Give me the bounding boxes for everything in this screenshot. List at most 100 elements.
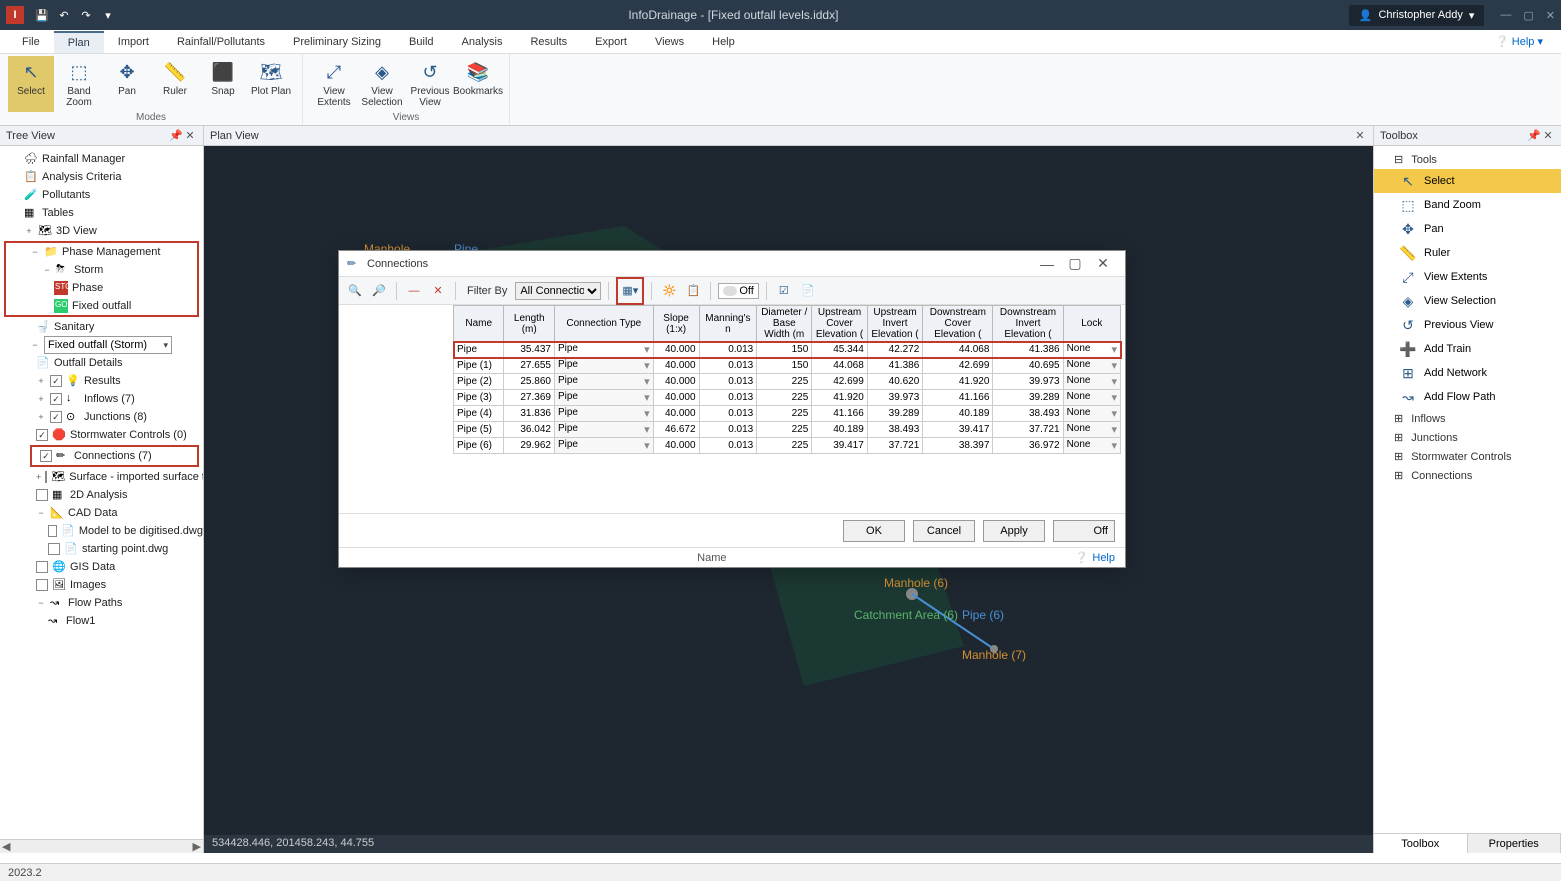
- menu-help[interactable]: Help: [698, 32, 749, 52]
- user-menu[interactable]: 👤 Christopher Addy ▾: [1349, 5, 1485, 26]
- columns-icon[interactable]: ▦▾: [620, 281, 640, 301]
- tree-storm[interactable]: −⛈Storm: [6, 261, 197, 279]
- undo-icon[interactable]: ↶: [54, 5, 74, 25]
- tree-results[interactable]: +💡Results: [0, 372, 203, 390]
- ribbon-view-selection[interactable]: ◈View Selection: [359, 56, 405, 112]
- tree-flow-paths[interactable]: −↝Flow Paths: [0, 594, 203, 612]
- ribbon-snap[interactable]: ⬛Snap: [200, 56, 246, 112]
- table-row[interactable]: Pipe (5)36.042Pipe ▾46.6720.01322540.189…: [454, 422, 1121, 438]
- tree-stormwater-controls[interactable]: 🛑Stormwater Controls (0): [0, 426, 203, 444]
- tool-previous-view[interactable]: ↺Previous View: [1374, 313, 1561, 337]
- tool-add-network[interactable]: ⊞Add Network: [1374, 361, 1561, 385]
- ribbon-previous-view[interactable]: ↺Previous View: [407, 56, 453, 112]
- tree-phase[interactable]: STOPPhase: [6, 279, 197, 297]
- dialog-close[interactable]: ✕: [1089, 255, 1117, 272]
- col-ds-cover[interactable]: Downstream Cover Elevation (: [923, 306, 993, 342]
- dialog-help-link[interactable]: ❔Help: [1075, 551, 1115, 564]
- remove-icon[interactable]: —: [404, 281, 424, 301]
- col-mannings[interactable]: Manning's n: [699, 306, 757, 342]
- tree-junctions[interactable]: +⊙Junctions (8): [0, 408, 203, 426]
- ribbon-select[interactable]: ↖Select: [8, 56, 54, 112]
- tree-connections[interactable]: ✏Connections (7): [32, 447, 197, 465]
- col-ds-invert[interactable]: Downstream Invert Elevation (: [993, 306, 1063, 342]
- pin-icon[interactable]: 📌: [1527, 129, 1541, 142]
- tree-scrollbar[interactable]: ◀▶: [0, 839, 203, 853]
- ribbon-plot-plan[interactable]: 🗺Plot Plan: [248, 56, 294, 112]
- ribbon-view-extents[interactable]: ⤢View Extents: [311, 56, 357, 112]
- tool-ruler[interactable]: 📏Ruler: [1374, 241, 1561, 265]
- col-slope[interactable]: Slope (1:x): [653, 306, 699, 342]
- tree-fixed-outfall[interactable]: GOFixed outfall: [6, 297, 197, 315]
- tree-cad-starting[interactable]: 📄starting point.dwg: [0, 540, 203, 558]
- table-row[interactable]: Pipe (2)25.860Pipe ▾40.0000.01322542.699…: [454, 374, 1121, 390]
- cancel-button[interactable]: Cancel: [913, 520, 975, 542]
- tree-cad-data[interactable]: −📐CAD Data: [0, 504, 203, 522]
- tree-body[interactable]: 🌧Rainfall Manager 📋Analysis Criteria 🧪Po…: [0, 146, 203, 839]
- filter-select[interactable]: All Connections: [515, 282, 601, 300]
- labels-toggle[interactable]: Off: [718, 283, 758, 299]
- toolbox-cat-stormwater[interactable]: ⊞Stormwater Controls: [1374, 447, 1561, 466]
- toolbox-cat-junctions[interactable]: ⊞Junctions: [1374, 428, 1561, 447]
- qat-more-icon[interactable]: ▾: [98, 5, 118, 25]
- delete-icon[interactable]: ✕: [428, 281, 448, 301]
- save-icon[interactable]: 💾: [32, 5, 52, 25]
- menu-views[interactable]: Views: [641, 32, 698, 52]
- tab-properties[interactable]: Properties: [1468, 834, 1561, 853]
- dialog-grid[interactable]: Name Length (m) Connection Type Slope (1…: [339, 305, 1125, 513]
- menu-analysis[interactable]: Analysis: [448, 32, 517, 52]
- tree-inflows[interactable]: +↓Inflows (7): [0, 390, 203, 408]
- table-row[interactable]: Pipe (1)27.655Pipe ▾40.0000.01315044.068…: [454, 358, 1121, 374]
- col-diameter[interactable]: Diameter / Base Width (m: [757, 306, 812, 342]
- toolbox-cat-inflows[interactable]: ⊞Inflows: [1374, 409, 1561, 428]
- col-length[interactable]: Length (m): [504, 306, 554, 342]
- menu-rainfall[interactable]: Rainfall/Pollutants: [163, 32, 279, 52]
- close-panel-icon[interactable]: ✕: [183, 129, 197, 142]
- toolbox-group-tools[interactable]: ⊟Tools: [1374, 150, 1561, 169]
- tool-band-zoom[interactable]: ⬚Band Zoom: [1374, 193, 1561, 217]
- menu-file[interactable]: File: [8, 32, 54, 52]
- tool-add-train[interactable]: ➕Add Train: [1374, 337, 1561, 361]
- close-icon[interactable]: ✕: [1546, 9, 1555, 22]
- menu-plan[interactable]: Plan: [54, 31, 104, 53]
- maximize-icon[interactable]: ▢: [1523, 9, 1533, 22]
- tree-pollutants[interactable]: 🧪Pollutants: [0, 186, 203, 204]
- menu-build[interactable]: Build: [395, 32, 447, 52]
- pin-icon[interactable]: 📌: [169, 129, 183, 142]
- tree-cad-model[interactable]: 📄Model to be digitised.dwg: [0, 522, 203, 540]
- off-button[interactable]: Off: [1053, 520, 1115, 542]
- tree-analysis-criteria[interactable]: 📋Analysis Criteria: [0, 168, 203, 186]
- col-type[interactable]: Connection Type: [554, 306, 653, 342]
- table-row[interactable]: Pipe (4)31.836Pipe ▾40.0000.01322541.166…: [454, 406, 1121, 422]
- col-lock[interactable]: Lock: [1063, 306, 1120, 342]
- close-toolbox-icon[interactable]: ✕: [1541, 129, 1555, 142]
- tool-pan[interactable]: ✥Pan: [1374, 217, 1561, 241]
- tool-select[interactable]: ↖Select: [1374, 169, 1561, 193]
- ribbon-band-zoom[interactable]: ⬚Band Zoom: [56, 56, 102, 112]
- validate-icon[interactable]: ☑: [774, 281, 794, 301]
- ok-button[interactable]: OK: [843, 520, 905, 542]
- tree-images[interactable]: 🖼Images: [0, 576, 203, 594]
- col-us-cover[interactable]: Upstream Cover Elevation (: [812, 306, 867, 342]
- tree-surface[interactable]: +🗺Surface - imported surface trimmed: [0, 468, 203, 486]
- table-row[interactable]: Pipe (6)29.962Pipe ▾40.0000.01322539.417…: [454, 438, 1121, 454]
- toolbox-cat-connections[interactable]: ⊞Connections: [1374, 466, 1561, 485]
- tree-gis-data[interactable]: 🌐GIS Data: [0, 558, 203, 576]
- copy-icon[interactable]: 📋: [683, 281, 703, 301]
- tree-combo[interactable]: −Fixed outfall (Storm)▾: [0, 336, 203, 354]
- tool-view-selection[interactable]: ◈View Selection: [1374, 289, 1561, 313]
- help-link[interactable]: ❔ Help ▾: [1485, 31, 1553, 52]
- col-us-invert[interactable]: Upstream Invert Elevation (: [867, 306, 922, 342]
- minimize-icon[interactable]: —: [1500, 9, 1511, 22]
- find-next-icon[interactable]: 🔎: [369, 281, 389, 301]
- tool-view-extents[interactable]: ⤢View Extents: [1374, 265, 1561, 289]
- close-plan-icon[interactable]: ✕: [1353, 129, 1367, 142]
- tool-add-flow-path[interactable]: ↝Add Flow Path: [1374, 385, 1561, 409]
- ribbon-pan[interactable]: ✥Pan: [104, 56, 150, 112]
- redo-icon[interactable]: ↷: [76, 5, 96, 25]
- col-name[interactable]: Name: [454, 306, 504, 342]
- tree-flow1[interactable]: ↝Flow1: [0, 612, 203, 630]
- find-icon[interactable]: 🔍: [345, 281, 365, 301]
- menu-prelim-sizing[interactable]: Preliminary Sizing: [279, 32, 395, 52]
- dialog-minimize[interactable]: —: [1033, 256, 1061, 272]
- table-row[interactable]: Pipe35.437Pipe ▾40.0000.01315045.34442.2…: [454, 342, 1121, 358]
